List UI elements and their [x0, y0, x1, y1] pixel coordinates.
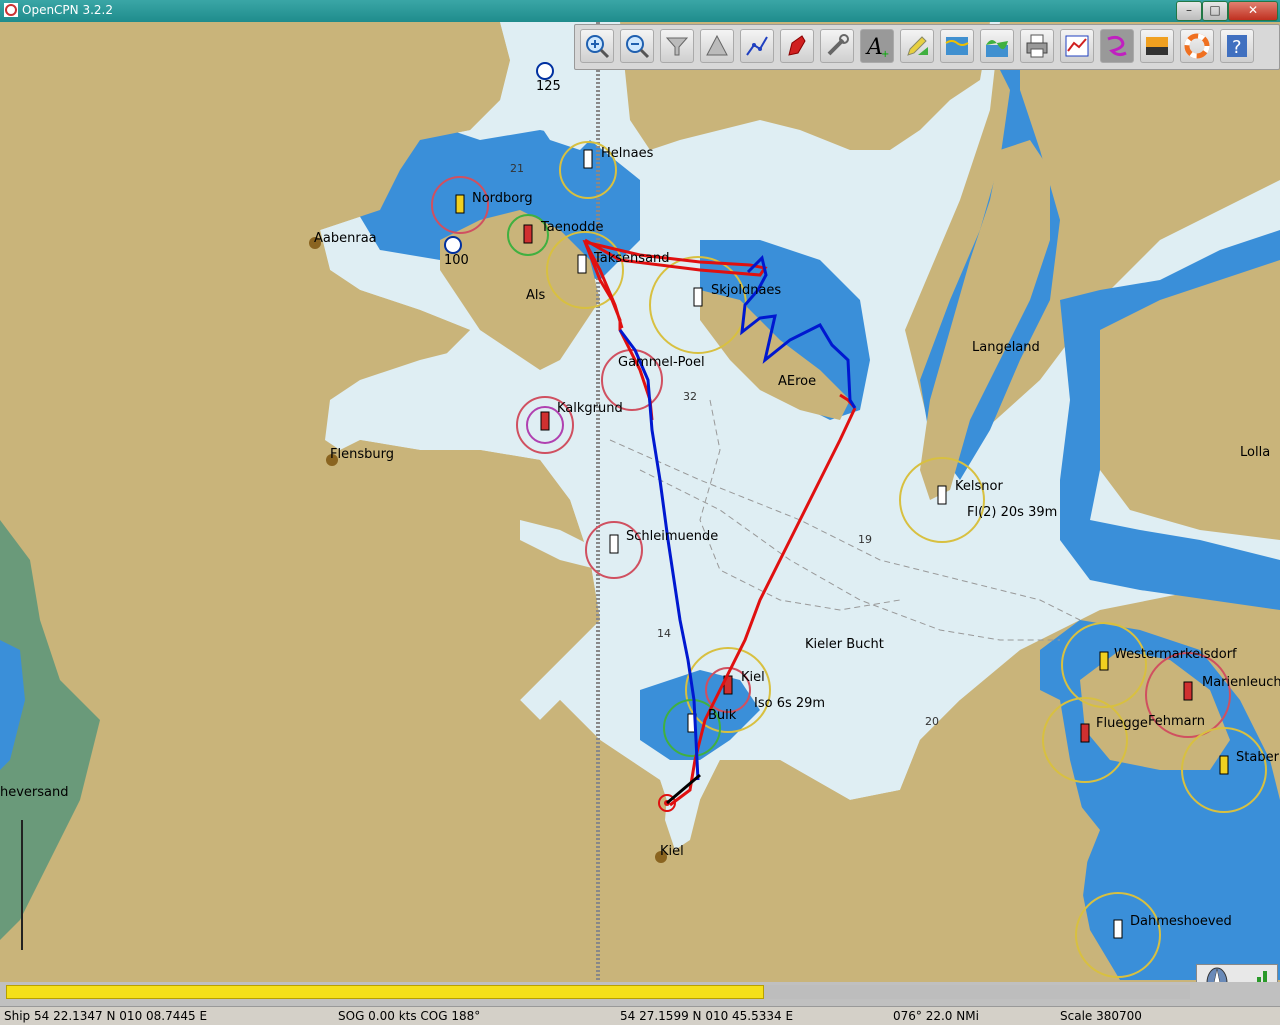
svg-text:?: ? [1232, 37, 1242, 58]
chart-load-progress-fill [6, 985, 764, 999]
settings-button[interactable] [820, 29, 854, 63]
place-fluegge: Fluegge [1096, 716, 1148, 731]
place-aeroe: AEroe [778, 374, 816, 389]
anchorage-label: 125 [536, 79, 561, 94]
place-nordborg: Nordborg [472, 191, 533, 206]
tide-icon [945, 37, 969, 55]
funnel-icon [665, 37, 689, 56]
route-icon [746, 36, 768, 56]
place-westermarkelsdorf: Westermarkelsdorf [1114, 647, 1237, 662]
nautical-chart[interactable]: Helnaes Nordborg Aabenraa Taenodde Takse… [0, 22, 1280, 982]
depth-sounding: 14 [657, 627, 671, 640]
maximize-button[interactable]: □ [1202, 1, 1228, 21]
svg-text:+: + [881, 49, 889, 59]
wrench-icon [827, 34, 849, 56]
cone-icon [706, 34, 728, 56]
place-lolland: Lolla [1240, 445, 1270, 460]
place-kieler-bucht: Kieler Bucht [805, 637, 884, 652]
place-taksensand: Taksensand [593, 251, 670, 266]
route-manager-icon [1065, 35, 1089, 57]
light-kelsnor-char: Fl(2) 20s 39m [967, 505, 1057, 520]
place-dahmeshoeved: Dahmeshoeved [1130, 914, 1232, 929]
place-aabenraa: Aabenraa [314, 231, 377, 246]
pencil-icon [907, 36, 928, 56]
scale-out-button[interactable] [700, 29, 734, 63]
scale-in-button[interactable] [660, 29, 694, 63]
depth-sounding: 21 [510, 162, 524, 175]
place-kelsnor: Kelsnor [955, 479, 1003, 494]
place-skjoldnaes: Skjoldnaes [711, 283, 781, 298]
depth-sounding: 19 [858, 533, 872, 546]
print-button[interactable] [1020, 29, 1054, 63]
title-bar: OpenCPN 3.2.2 – □ ✕ [0, 0, 1280, 22]
depth-sounding: 32 [683, 390, 697, 403]
minimize-button[interactable]: – [1176, 1, 1202, 21]
place-staberhuk: Staber [1236, 750, 1280, 765]
light-kiel-char: Iso 6s 29m [754, 696, 825, 711]
current-icon [986, 40, 1008, 57]
track-icon [1107, 35, 1127, 57]
chart-bar [0, 982, 1280, 1006]
help-icon: ? [1227, 35, 1247, 58]
place-flensburg: Flensburg [330, 447, 394, 462]
help-button[interactable]: ? [1220, 29, 1254, 63]
place-fehmarn: Fehmarn [1148, 714, 1205, 729]
zoom-in-button[interactable] [580, 29, 614, 63]
color-scheme-button[interactable] [1140, 29, 1174, 63]
tides-button[interactable] [940, 29, 974, 63]
opencpn-logo-icon [4, 3, 18, 17]
status-ship-position: Ship 54 22.1347 N 010 08.7445 E [4, 1009, 208, 1023]
place-gammel-poel: Gammel-Poel [618, 355, 705, 370]
anchorage-label: 100 [444, 253, 469, 268]
status-sog-cog: SOG 0.00 kts COG 188° [338, 1009, 481, 1023]
place-taenodde: Taenodde [540, 220, 603, 235]
place-kiel: Kiel [660, 844, 684, 859]
current-tide-button[interactable] [900, 29, 934, 63]
create-route-button[interactable] [740, 29, 774, 63]
status-scale: Scale 380700 [1060, 1009, 1142, 1023]
place-heversand: heversand [0, 785, 69, 800]
sunset-icon [1146, 37, 1168, 55]
route-manager-button[interactable] [1060, 29, 1094, 63]
place-langeland: Langeland [972, 340, 1040, 355]
depth-sounding: 20 [925, 715, 939, 728]
lifebuoy-icon [1184, 33, 1210, 59]
place-schleimuende: Schleimuende [626, 529, 718, 544]
text-icon: A+ [865, 35, 889, 59]
place-friedrichsort: Bulk [708, 708, 737, 723]
magnifier-minus-icon [626, 35, 650, 59]
track-button[interactable] [1100, 29, 1134, 63]
place-helnaes: Helnaes [601, 146, 654, 161]
window-title: OpenCPN 3.2.2 [22, 3, 113, 17]
zoom-out-button[interactable] [620, 29, 654, 63]
close-button[interactable]: ✕ [1228, 1, 1278, 21]
magnifier-plus-icon [586, 35, 610, 59]
light-kiel: Kiel [741, 670, 765, 685]
currents-button[interactable] [980, 29, 1014, 63]
printer-icon [1026, 34, 1048, 58]
status-cursor-position: 54 27.1599 N 010 45.5334 E [620, 1009, 794, 1023]
status-bar: Ship 54 22.1347 N 010 08.7445 E SOG 0.00… [0, 1006, 1280, 1025]
chart-load-progress [6, 985, 1190, 999]
place-als: Als [526, 288, 546, 303]
auto-follow-button[interactable] [780, 29, 814, 63]
boat-icon [788, 35, 806, 56]
text-button[interactable]: A + [860, 29, 894, 63]
status-bearing-distance: 076° 22.0 NMi [893, 1009, 979, 1023]
place-marienleuchte: Marienleuch [1202, 675, 1280, 690]
main-toolbar: A + ? [574, 24, 1280, 70]
mob-button[interactable] [1180, 29, 1214, 63]
place-kalkgrund: Kalkgrund [557, 401, 623, 416]
